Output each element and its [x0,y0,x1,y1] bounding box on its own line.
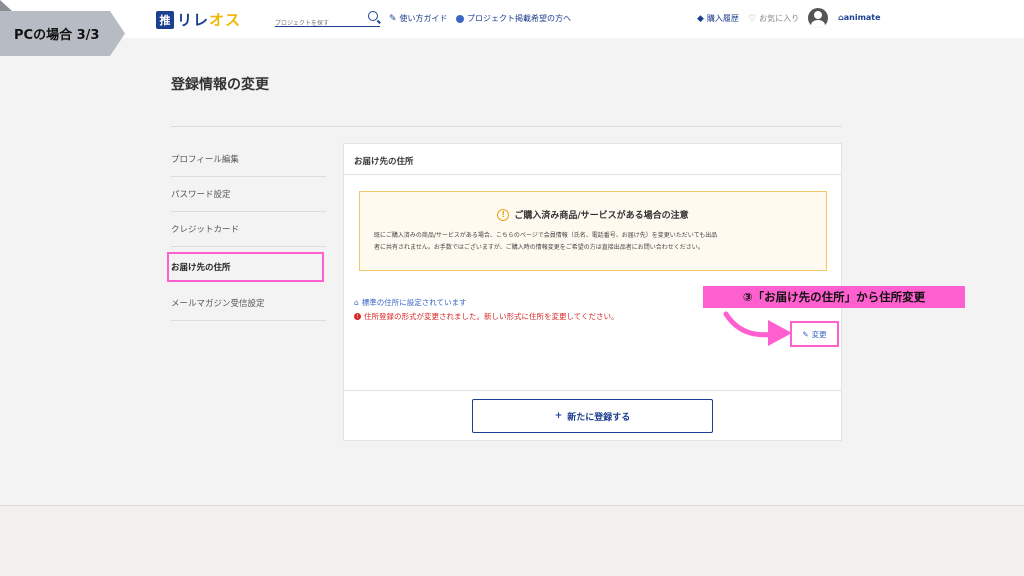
sidebar-highlight-frame [167,252,324,282]
register-new-address-button[interactable]: + 新たに登録する [472,399,713,433]
notice-title-text: ご購入済み商品/サービスがある場合の注意 [514,211,689,221]
sidebar-item-credit-card[interactable]: クレジットカード [171,212,326,247]
warning-icon: ! [497,208,510,221]
step-badge: PCの場合 3/3 [0,11,125,56]
address-format-error: ! 住所登録の形式が変更されました。新しい形式に住所を変更してください。 [354,311,619,322]
animate-label: animate [843,13,881,22]
nav-purchase-label: 購入履歴 [706,14,739,23]
sidebar-item-newsletter[interactable]: メールマガジン受信設定 [171,286,326,321]
annotation-arrow-icon [723,311,792,346]
nav-project[interactable]: プロジェクト掲載希望の方へ [456,13,571,24]
nav-favorites[interactable]: ♡ お気に入り [748,13,799,24]
card-title: お届け先の住所 [344,144,841,175]
search-box [275,10,380,31]
search-input[interactable] [275,16,363,31]
sidebar-item-label: パスワード設定 [171,190,231,200]
notice-title: ! ご購入済み商品/サービスがある場合の注意 [360,208,826,221]
plus-icon: + [554,411,563,421]
step-badge-label: PCの場合 3/3 [14,28,100,43]
page-title: 登録情報の変更 [171,77,269,93]
edit-address-label: 変更 [811,329,827,339]
notice-box: ! ご購入済み商品/サービスがある場合の注意 既にご購入済みの商品/サービスがあ… [359,191,827,271]
annotation-text: ③「お届け先の住所」から住所変更 [742,290,926,304]
heart-icon: ♡ [748,13,757,24]
nav-guide[interactable]: ✎ 使い方ガイド [389,13,448,24]
pencil-icon: ✎ [389,13,397,24]
annotation-callout: ③「お届け先の住所」から住所変更 [703,286,965,308]
user-avatar-icon[interactable] [808,8,828,28]
nav-purchase-history[interactable]: ◆ 購入履歴 [697,13,739,24]
search-icon[interactable] [368,11,378,21]
address-format-error-text: 住所登録の形式が変更されました。新しい形式に住所を変更してください。 [364,312,619,321]
default-address-status: ⌂ 標準の住所に設定されています [354,297,467,308]
nav-favorites-label: お気に入り [759,14,800,23]
notice-line-1: 既にご購入済みの商品/サービスがある場合、こちらのページで会員情報（氏名、電話番… [374,232,718,239]
card-divider [344,390,841,391]
site-logo[interactable]: 推 リレオス [156,9,241,30]
nav-guide-label: 使い方ガイド [399,14,448,23]
logo-text: リレオス [177,9,241,30]
error-icon: ! [354,313,361,320]
sidebar-item-label: メールマガジン受信設定 [171,299,265,309]
sidebar-item-password[interactable]: パスワード設定 [171,177,326,212]
sidebar-item-profile[interactable]: プロフィール編集 [171,142,326,177]
info-icon [456,14,464,23]
site-header: 推 リレオス ✎ 使い方ガイド プロジェクト掲載希望の方へ ◆ 購入履歴 ♡ お… [0,0,1024,38]
sidebar-item-label: クレジットカード [171,225,240,235]
home-icon: ⌂ [354,298,359,307]
tag-icon: ◆ [697,13,704,24]
register-new-address-label: 新たに登録する [567,412,631,423]
logo-text-a: リレ [177,11,210,29]
logo-text-b: オス [209,11,242,29]
page-footer [0,505,1024,576]
nav-project-label: プロジェクト掲載希望の方へ [467,14,571,23]
animate-logo[interactable]: ⌂animate [838,13,881,22]
title-divider [171,126,842,127]
logo-mark: 推 [156,10,174,29]
default-address-text: 標準の住所に設定されています [361,298,467,307]
notice-body: 既にご購入済みの商品/サービスがある場合、こちらのページで会員情報（氏名、電話番… [374,230,814,254]
notice-line-2: 者に共有されません。お手数ではございますが、ご購入時の情報変更をご希望の方は直接… [374,244,704,251]
sidebar-item-label: プロフィール編集 [171,155,239,165]
pencil-icon: ✎ [802,329,809,339]
